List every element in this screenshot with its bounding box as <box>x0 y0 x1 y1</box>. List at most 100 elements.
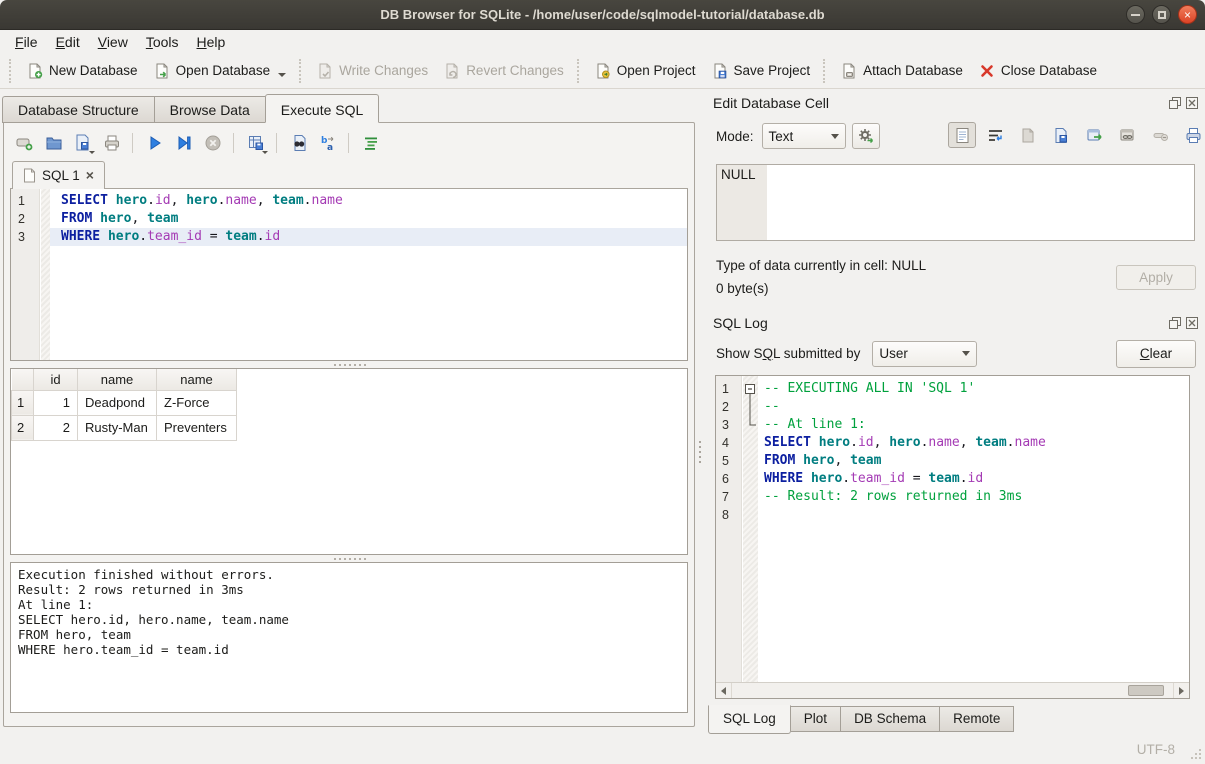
save-results-button[interactable] <box>243 130 269 156</box>
execute-current-line-button[interactable] <box>171 130 197 156</box>
import-cell-data-button[interactable] <box>1014 122 1042 148</box>
scrollbar-thumb[interactable] <box>1128 685 1164 696</box>
word-wrap-icon <box>987 127 1004 144</box>
token-p: . <box>257 229 265 244</box>
minimize-button[interactable] <box>1126 5 1145 24</box>
gear-icon <box>857 127 875 145</box>
resize-grip[interactable] <box>1191 749 1201 759</box>
fold-marker-collapse[interactable] <box>742 380 758 398</box>
menu-tools[interactable]: Tools <box>137 31 188 53</box>
cell-hero-name[interactable]: Rusty-Man <box>78 415 157 440</box>
maximize-button[interactable] <box>1152 5 1171 24</box>
line-number: 3 <box>716 416 742 434</box>
token-p: , <box>960 435 976 450</box>
scroll-left-button[interactable] <box>716 683 732 698</box>
open-in-external-button[interactable] <box>1080 122 1108 148</box>
menu-edit[interactable]: Edit <box>47 31 89 53</box>
tab-execute-sql[interactable]: Execute SQL <box>265 94 380 123</box>
print-icon <box>103 134 121 152</box>
cell-team-name[interactable]: Preventers <box>157 415 237 440</box>
clear-log-button[interactable]: Clear <box>1116 340 1196 368</box>
column-header-name2[interactable]: name <box>157 369 237 390</box>
open-database-button[interactable]: Open Database <box>146 58 295 84</box>
dock-close-button[interactable] <box>1185 97 1198 110</box>
format-sql-button[interactable] <box>358 130 384 156</box>
code-line[interactable]: FROM hero, team <box>50 210 687 228</box>
tab-browse-data[interactable]: Browse Data <box>154 96 265 123</box>
menu-help[interactable]: Help <box>188 31 235 53</box>
open-database-label: Open Database <box>176 63 271 78</box>
find-replace-icon: ba <box>319 134 337 152</box>
execute-all-button[interactable] <box>142 130 168 156</box>
sql-editor[interactable]: 1 SELECT hero.id, hero.name, team.name 2… <box>10 189 688 361</box>
open-database-dropdown-caret[interactable] <box>278 73 286 77</box>
menu-file[interactable]: File <box>6 31 47 53</box>
word-wrap-toggle[interactable] <box>981 122 1009 148</box>
cell-id[interactable]: 2 <box>34 415 78 440</box>
revert-changes-button[interactable]: Revert Changes <box>436 58 572 84</box>
tab-plot[interactable]: Plot <box>791 706 841 732</box>
token-kw: SELECT <box>61 193 108 208</box>
open-url-button[interactable] <box>1113 122 1141 148</box>
find-button[interactable] <box>286 130 312 156</box>
text-mode-toggle[interactable] <box>948 122 976 148</box>
find-replace-button[interactable]: ba <box>315 130 341 156</box>
export-cell-data-button[interactable] <box>1047 122 1075 148</box>
mode-select[interactable]: Text <box>762 123 846 149</box>
horizontal-splitter[interactable] <box>10 555 688 562</box>
dock-float-button[interactable] <box>1168 317 1181 330</box>
code-line[interactable]: SELECT hero.id, hero.name, team.name <box>50 192 687 210</box>
menu-view[interactable]: View <box>89 31 137 53</box>
new-database-button[interactable]: New Database <box>19 58 146 84</box>
code-line-current[interactable]: WHERE hero.team_id = team.id <box>50 228 687 246</box>
token-p: , <box>874 435 890 450</box>
save-sql-file-button[interactable] <box>70 130 96 156</box>
submitted-by-select[interactable]: User <box>872 341 977 367</box>
column-header-id[interactable]: id <box>34 369 78 390</box>
dock-close-button[interactable] <box>1185 317 1198 330</box>
sql1-tab[interactable]: SQL 1 × <box>12 161 105 189</box>
new-sql-tab-button[interactable] <box>12 130 38 156</box>
dock-float-button[interactable] <box>1168 97 1181 110</box>
editor-line[interactable]: 3 WHERE hero.team_id = team.id <box>11 228 687 246</box>
token-p: . <box>147 193 155 208</box>
tab-database-structure[interactable]: Database Structure <box>2 96 154 123</box>
line-number: 7 <box>716 488 742 506</box>
cell-team-name[interactable]: Z-Force <box>157 390 237 415</box>
horizontal-scrollbar[interactable] <box>716 682 1189 698</box>
vertical-splitter[interactable] <box>697 89 704 735</box>
close-button[interactable]: × <box>1178 5 1197 24</box>
editor-line[interactable]: 1 SELECT hero.id, hero.name, team.name <box>11 192 687 210</box>
scroll-right-button[interactable] <box>1173 683 1189 698</box>
tab-remote[interactable]: Remote <box>940 706 1014 732</box>
sql1-tab-close-icon[interactable]: × <box>86 167 94 183</box>
row-header[interactable]: 1 <box>12 390 34 415</box>
set-null-button[interactable] <box>1146 122 1174 148</box>
sql-toolbar-separator <box>233 133 236 153</box>
print-cell-button[interactable] <box>1179 122 1205 148</box>
row-header[interactable]: 2 <box>12 415 34 440</box>
horizontal-splitter[interactable] <box>10 361 688 368</box>
stop-button[interactable] <box>200 130 226 156</box>
cell-value-editor[interactable]: NULL <box>716 164 1195 241</box>
close-database-button[interactable]: Close Database <box>971 58 1105 84</box>
open-sql-file-button[interactable] <box>41 130 67 156</box>
token-col: team_id <box>850 471 905 486</box>
print-sql-button[interactable] <box>99 130 125 156</box>
sql-log-view[interactable]: 1 -- EXECUTING ALL IN 'SQL 1' 2 -- 3 -- … <box>715 375 1190 699</box>
cell-id[interactable]: 1 <box>34 390 78 415</box>
tab-db-schema[interactable]: DB Schema <box>841 706 940 732</box>
editor-line[interactable]: 2 FROM hero, team <box>11 210 687 228</box>
corner-header[interactable] <box>12 369 34 390</box>
tab-sql-log[interactable]: SQL Log <box>708 705 791 734</box>
attach-database-button[interactable]: Attach Database <box>833 58 971 84</box>
open-project-button[interactable]: Open Project <box>587 58 704 84</box>
apply-button[interactable]: Apply <box>1116 265 1196 290</box>
column-header-name1[interactable]: name <box>78 369 157 390</box>
token-col: team_id <box>147 229 202 244</box>
save-project-button[interactable]: Save Project <box>704 58 819 84</box>
apply-format-button[interactable] <box>852 123 880 149</box>
write-changes-button[interactable]: Write Changes <box>309 58 436 84</box>
cell-hero-name[interactable]: Deadpond <box>78 390 157 415</box>
execution-message-log[interactable]: Execution finished without errors. Resul… <box>10 562 688 713</box>
